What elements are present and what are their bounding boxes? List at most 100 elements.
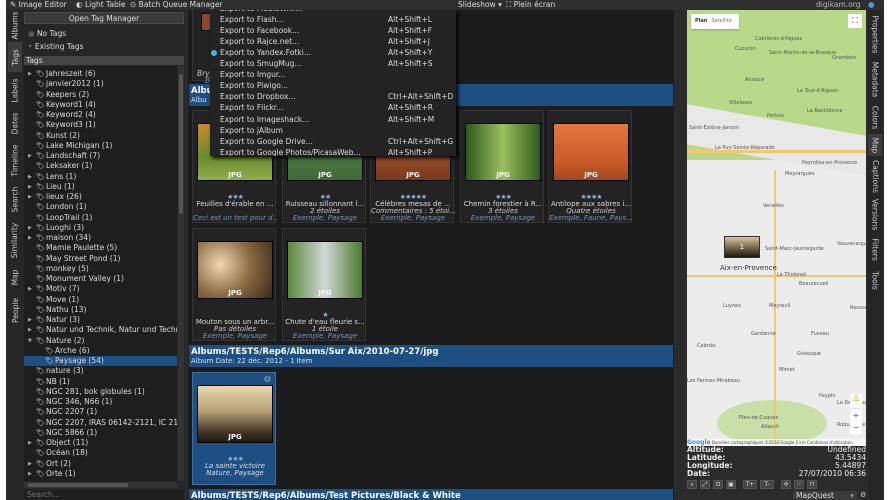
open-tag-manager-button[interactable]: Open Tag Manager	[24, 12, 184, 24]
tag-item[interactable]: ▼ 🏷︎ Nature (2)	[24, 336, 177, 346]
expanded-arrow-icon[interactable]: ▼	[28, 336, 32, 346]
thumbnail-item[interactable]: JPG ★★★★ Antilope aux sabres i... Quatre ét…	[548, 110, 633, 223]
tab-map[interactable]: Map	[8, 264, 22, 290]
tab-metadata[interactable]: Metadata	[868, 58, 882, 100]
tags-column-header[interactable]: Tags	[24, 56, 184, 65]
tab-similarity[interactable]: Similarity	[8, 218, 22, 262]
tab-search[interactable]: Search	[8, 182, 22, 216]
collapsed-arrow-icon[interactable]: ▶	[28, 315, 32, 325]
tag-item[interactable]: 🏷︎ nature (3)	[24, 366, 177, 376]
menu-item-export[interactable]: Export to Imgur...	[210, 69, 456, 81]
tag-item[interactable]: 🏷︎ Move (1)	[24, 295, 177, 305]
tag-item[interactable]: ▶ 🏷︎ maison (34)	[24, 233, 177, 243]
tag-item[interactable]: 🏷︎ NGC 2207, IRAS 06142-2121, IC 2163	[24, 418, 177, 428]
tag-item[interactable]: 🏷︎ Lake Michigan (1)	[24, 141, 177, 151]
tag-item[interactable]: ▶ 🏷︎ Landschaft (7)	[24, 151, 177, 161]
collapsed-arrow-icon[interactable]: ▶	[28, 151, 32, 161]
thumbnail-larger-icon[interactable]: T+	[743, 480, 757, 489]
tag-item[interactable]: 🏷︎ Leksaker (1)	[24, 161, 177, 171]
tag-item[interactable]: 🏷︎ London (1)	[24, 202, 177, 212]
collapsed-arrow-icon[interactable]: ▶	[28, 469, 32, 479]
thumbnail-icon[interactable]: ▣	[726, 480, 736, 489]
thumbnail-smaller-icon[interactable]: T-	[760, 480, 774, 489]
tag-tree-horizontal-scrollbar[interactable]	[24, 482, 177, 488]
tag-item[interactable]: 🏷︎ janvier2012 (1)	[24, 79, 177, 89]
zoom-selection-icon[interactable]: ⤢	[700, 480, 710, 489]
tag-item[interactable]: ▶ 🏷︎ Orte (1)	[24, 469, 177, 479]
tag-item[interactable]: 🏷︎ Keepers (2)	[24, 90, 177, 100]
collapsed-arrow-icon[interactable]: ▶	[28, 233, 32, 243]
open-external-icon[interactable]: ⊡	[713, 480, 723, 489]
menu-item-export[interactable]: Export to SmugMug... Alt+Shift+S	[210, 58, 456, 70]
tag-item[interactable]: 🏷︎ Arche (6)	[24, 346, 177, 356]
icon-view-scrollbar[interactable]	[674, 10, 680, 500]
menu-item-export[interactable]: Export to Facebook... Alt+Shift+F	[210, 25, 456, 37]
plan-button[interactable]: Plan	[691, 18, 711, 24]
center-icon[interactable]: ✣	[781, 480, 791, 489]
tag-item[interactable]: ▶ 🏷︎ Luoghi (3)	[24, 223, 177, 233]
tag-item[interactable]: ▶ 🏷︎ Object (11)	[24, 438, 177, 448]
tag-item[interactable]: ▶ 🏷︎ Lens (1)	[24, 172, 177, 182]
tag-item[interactable]: 🏷︎ LoopTrail (1)	[24, 213, 177, 223]
fullscreen-button[interactable]: ⛶ Plein écran	[506, 0, 555, 10]
album-header[interactable]: Albums/TESTS/Rep6/Albums/Sur Aix/2010-07…	[189, 345, 673, 367]
tag-item[interactable]: 🏷︎ May Street Pond (1)	[24, 254, 177, 264]
menu-item-export[interactable]: Export to Piwigo...	[210, 80, 456, 92]
settings-icon[interactable]: ⚙	[860, 491, 866, 499]
tab-map[interactable]: Map	[868, 134, 882, 156]
menu-item-export[interactable]: Export to Dropbox... Ctrl+Alt+Shift+D	[210, 91, 456, 103]
tab-timeline[interactable]: Timeline	[8, 140, 22, 180]
tag-item[interactable]: 🏷︎ Keyword1 (4)	[24, 100, 177, 110]
brand-link[interactable]: digikam.org	[816, 0, 861, 10]
tag-item[interactable]: ▶ 🏷︎ Natur und Technik, Natur und Technik	[24, 325, 177, 335]
thumbnail-item[interactable]: JPG ★★★ ◍ La sainte victoire Nature, Paysage	[192, 372, 276, 485]
thumbnail-item[interactable]: JPG Mouton sous un arbr... Pas détoiles Exe…	[192, 228, 276, 341]
tab-tools[interactable]: Tools	[868, 266, 882, 294]
map-provider-select[interactable]: MapQuest ▾	[793, 491, 857, 500]
tag-item[interactable]: ▶ 🏷︎ Motiv (7)	[24, 284, 177, 294]
tab-versions[interactable]: Versions	[868, 196, 882, 232]
album-header[interactable]: Albums/TESTS/Rep6/Albums/Test Pictures/B…	[189, 489, 673, 500]
pegman-icon[interactable]: ♙	[850, 394, 862, 408]
tag-item[interactable]: 🏷︎ Nathu (13)	[24, 305, 177, 315]
tag-item[interactable]: 🏷︎ Keyword2 (4)	[24, 110, 177, 120]
tab-labels[interactable]: Labels	[8, 74, 22, 106]
tag-item[interactable]: 🏷︎ monkey (5)	[24, 264, 177, 274]
tab-captions[interactable]: Captions	[868, 158, 882, 194]
zoom-out-button[interactable]: −	[850, 422, 862, 434]
tab-colors[interactable]: Colors	[868, 102, 882, 132]
tag-item[interactable]: 🏷︎ Paysage (54)	[24, 356, 177, 367]
fullscreen-map-icon[interactable]: ⛶	[848, 14, 862, 28]
no-tags-option[interactable]: ● No Tags	[28, 29, 66, 38]
collapsed-arrow-icon[interactable]: ▶	[28, 172, 32, 182]
menu-item-export[interactable]: Export to Rajce.net... Alt+Shift+J	[210, 36, 456, 48]
tag-tree-vertical-scrollbar[interactable]	[178, 66, 184, 481]
map-view[interactable]: Cabrières-d'Aigues Cucuron Saint-Martin-de…	[687, 10, 866, 446]
collapsed-arrow-icon[interactable]: ▶	[28, 459, 32, 469]
tag-item[interactable]: 🏷︎ Monument Valley (1)	[24, 274, 177, 284]
tag-item[interactable]: 🏷︎ NGC 2207 (1)	[24, 407, 177, 417]
menu-item-export[interactable]: Export to Google Photos/PicasaWeb... Alt+…	[210, 147, 456, 156]
tag-item[interactable]: 🏷︎ Keyword3 (1)	[24, 120, 177, 130]
existing-tags-option[interactable]: • Existing Tags	[28, 42, 84, 51]
tag-item[interactable]: 🏷︎ NGC 281, bok globules (1)	[24, 387, 177, 397]
collapsed-arrow-icon[interactable]: ▶	[28, 69, 32, 79]
menu-item-export[interactable]: Export to Flash... Alt+Shift+L	[210, 14, 456, 26]
menu-item-export[interactable]: Export to Yandex.Fotki... Alt+Shift+Y	[210, 47, 456, 59]
collapsed-arrow-icon[interactable]: ▶	[28, 192, 32, 202]
tag-item[interactable]: 🏷︎ Océan (18)	[24, 448, 177, 458]
tab-dates[interactable]: Dates	[8, 108, 22, 138]
tag-item[interactable]: 🏷︎ NB (1)	[24, 377, 177, 387]
menu-item-export[interactable]: Export to Google Drive... Ctrl+Alt+Shift+…	[210, 136, 456, 148]
collapsed-arrow-icon[interactable]: ▶	[28, 438, 32, 448]
tag-item[interactable]: ▶ 🏷︎ Ort (2)	[24, 459, 177, 469]
collapsed-arrow-icon[interactable]: ▶	[28, 182, 32, 192]
zoom-fit-icon[interactable]: ⌕	[687, 480, 697, 489]
collapsed-arrow-icon[interactable]: ▶	[28, 325, 32, 335]
tag-item[interactable]: 🏷︎ Mamie Paulette (5)	[24, 243, 177, 253]
thumbnail-item[interactable]: JPG ★ Chute d'eau fleurie s... 1 étoile Exem…	[282, 228, 366, 341]
collapsed-arrow-icon[interactable]: ▶	[28, 284, 32, 294]
tab-properties[interactable]: Properties	[868, 12, 882, 56]
tag-item[interactable]: 🏷︎ NGC 5866 (1)	[24, 428, 177, 438]
image-editor-button[interactable]: ✎ Image Editor	[10, 0, 67, 10]
